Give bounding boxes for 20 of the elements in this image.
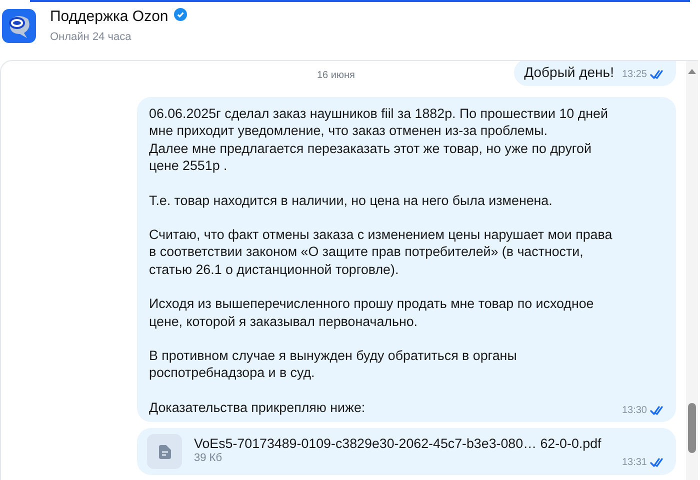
message-time: 13:31 xyxy=(622,456,647,468)
online-status: Онлайн 24 часа xyxy=(50,31,132,43)
scroll-up-icon[interactable] xyxy=(688,69,696,74)
message-paragraph: Т.е. товар находится в наличии, но цена на него была изменена. xyxy=(149,192,552,210)
file-attachment[interactable]: VoEs5-70173489-0109-c3829e30-2062-45c7-b3e3-080… 62-0-0.pdf 39 Кб 13:31 xyxy=(137,428,676,476)
message-text: Добрый день! xyxy=(524,64,614,80)
file-name: VoEs5-70173489-0109-c3829e30-2062-45c7-b3e3-080… 62-0-0.pdf xyxy=(194,436,602,451)
date-label: 16 июня xyxy=(317,70,355,81)
message-paragraph: 06.06.2025г сделал заказ наушников fiil за 1882р. По прошествии 10 дней мне приходит уведомление, что заказ отменен из-за проблемы. Далее мне предлагается перезаказать этот же товар, но уже по другой цене 2551р . xyxy=(149,105,608,175)
scrollbar-thumb[interactable] xyxy=(688,403,696,453)
message-time: 13:25 xyxy=(622,69,647,80)
document-icon xyxy=(147,434,182,470)
chat-title: Поддержка Ozon xyxy=(50,8,168,25)
message-time: 13:30 xyxy=(622,405,647,416)
file-size: 39 Кб xyxy=(194,452,222,464)
chat-bubble-logo-icon xyxy=(2,8,36,42)
message-paragraph: В противном случае я вынужден буду обратиться в органы роспотребнадзора и в суд. xyxy=(149,347,517,382)
message-paragraph: Исходя из вышеперечисленного прошу продать мне товар по исходное цене, которой я заказывал первоначально. xyxy=(149,295,594,330)
message-paragraph: Считаю, что факт отмены заказа с изменением цены нарушает мои права в соответствии законом «О защите прав потребителей» (в частности, статью 26.1 о дистанционной торговле). xyxy=(149,226,612,278)
message-paragraph: Доказательства прикрепляю ниже: xyxy=(149,398,366,416)
